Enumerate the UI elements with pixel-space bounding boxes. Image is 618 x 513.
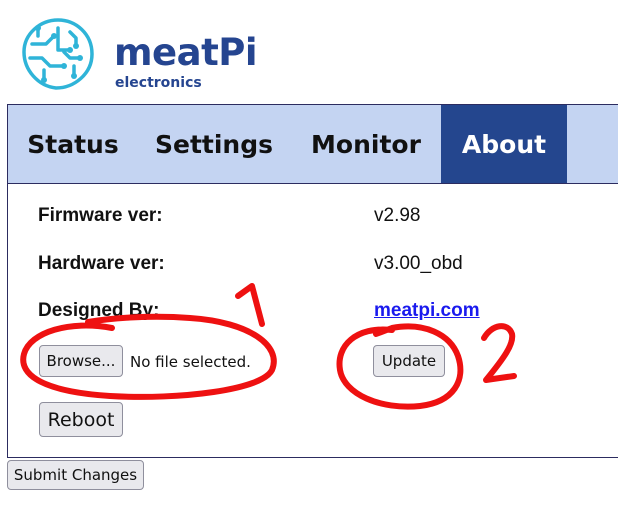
firmware-value: v2.98: [374, 205, 421, 226]
tab-settings[interactable]: Settings: [138, 105, 290, 183]
browse-button[interactable]: Browse...: [39, 345, 123, 377]
tab-about[interactable]: About: [441, 105, 567, 183]
brand-name: meatPi: [114, 31, 258, 74]
firmware-label: Firmware ver:: [38, 205, 163, 226]
brand-subtitle: electronics: [115, 75, 202, 91]
meatpi-logo: meatPi electronics: [18, 14, 258, 94]
tab-monitor[interactable]: Monitor: [290, 105, 442, 183]
hardware-value: v3.00_obd: [374, 253, 463, 274]
hardware-label: Hardware ver:: [38, 253, 165, 274]
update-button[interactable]: Update: [373, 345, 445, 377]
designed-by-link[interactable]: meatpi.com: [374, 300, 480, 322]
reboot-button[interactable]: Reboot: [39, 402, 123, 437]
circuit-brain-icon: [22, 18, 94, 90]
main-panel: Status Settings Monitor About Firmware v…: [7, 104, 618, 458]
tab-bar: Status Settings Monitor About: [8, 105, 618, 184]
file-status-text: No file selected.: [130, 353, 251, 371]
page: meatPi electronics Status Settings Monit…: [0, 0, 618, 513]
designed-by-label: Designed By:: [38, 300, 160, 321]
submit-changes-button[interactable]: Submit Changes: [7, 460, 144, 490]
tab-status[interactable]: Status: [8, 105, 138, 183]
